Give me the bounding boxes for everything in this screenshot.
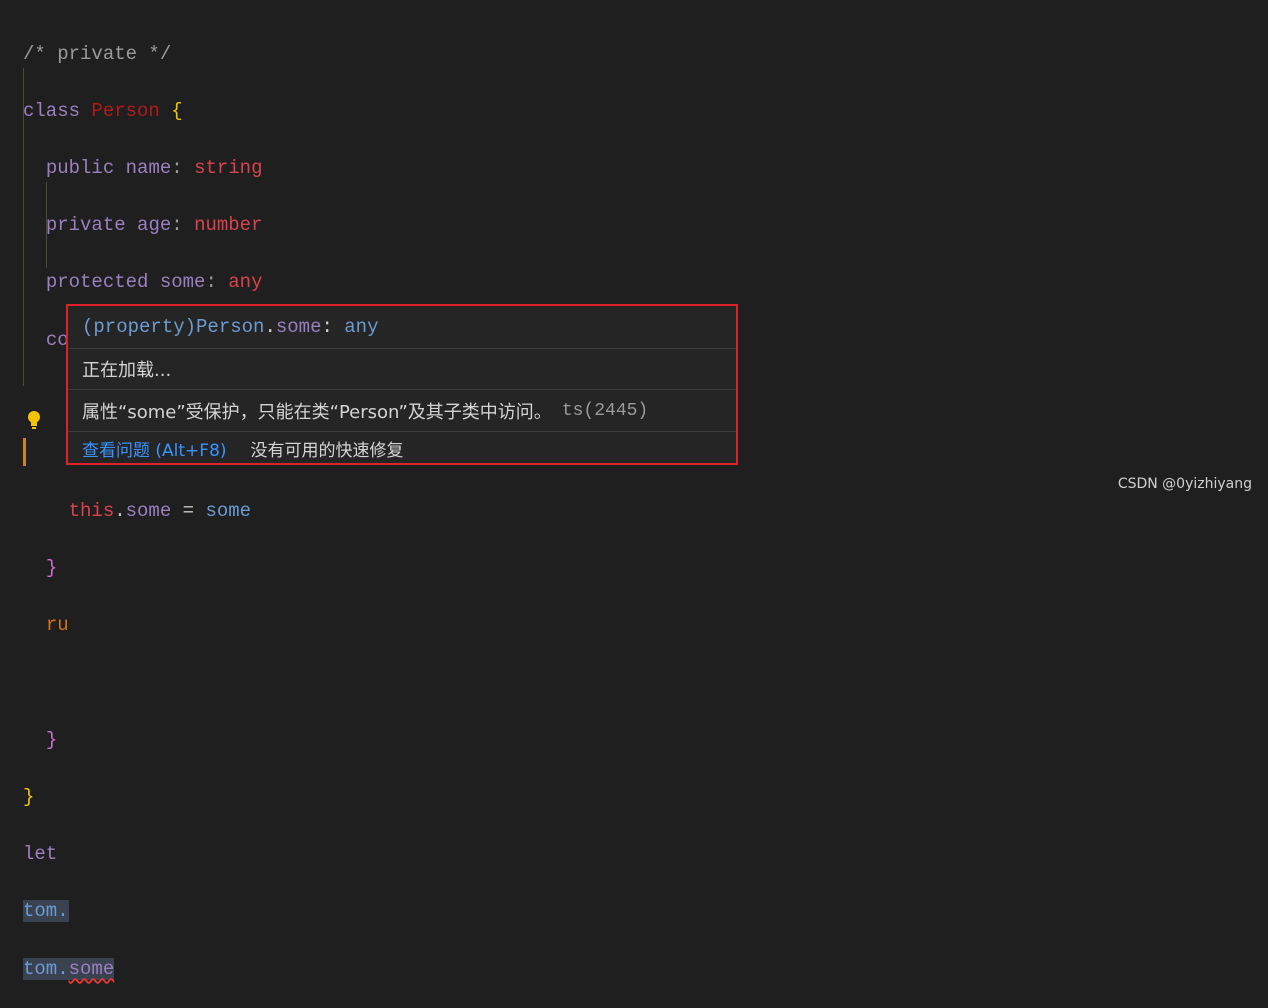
code-line: class Person { [23, 99, 183, 122]
lightbulb-icon[interactable] [27, 411, 41, 429]
hover-tooltip: (property) Person. some: any 正在加载... 属性“s… [66, 304, 738, 465]
code-line: tom. [23, 900, 69, 923]
code-line: } [45, 728, 58, 751]
code-line: public name: string [45, 156, 263, 179]
code-line: } [45, 557, 58, 580]
view-problem-link[interactable]: 查看问题 (Alt+F8) [82, 436, 227, 461]
no-quick-fix-text: 没有可用的快速修复 [250, 440, 404, 461]
line-marker [23, 438, 26, 466]
code-line: let [23, 843, 58, 866]
error-code: ts(2445) [561, 400, 649, 421]
error-message: 属性“some”受保护，只能在类“Person”及其子类中访问。 [82, 401, 552, 423]
code-line: } [23, 786, 35, 809]
code-line: tom.some [23, 957, 115, 980]
code-line: ru [45, 614, 69, 637]
code-line: private age: number [45, 214, 263, 237]
watermark: CSDN @0yizhiyang [1117, 476, 1252, 492]
tooltip-actions: 查看问题 (Alt+F8) 没有可用的快速修复 [68, 432, 736, 464]
code-line: /* private */ [23, 42, 172, 65]
tooltip-loading: 正在加载... [68, 349, 736, 390]
code-line: this.some = some [68, 500, 252, 523]
tooltip-error: 属性“some”受保护，只能在类“Person”及其子类中访问。 ts(2445… [68, 390, 736, 432]
tooltip-signature: (property) Person. some: any [68, 306, 736, 349]
code-line: protected some: any [45, 271, 263, 294]
code-editor[interactable]: /* private */ class Person { public name… [23, 11, 616, 1008]
